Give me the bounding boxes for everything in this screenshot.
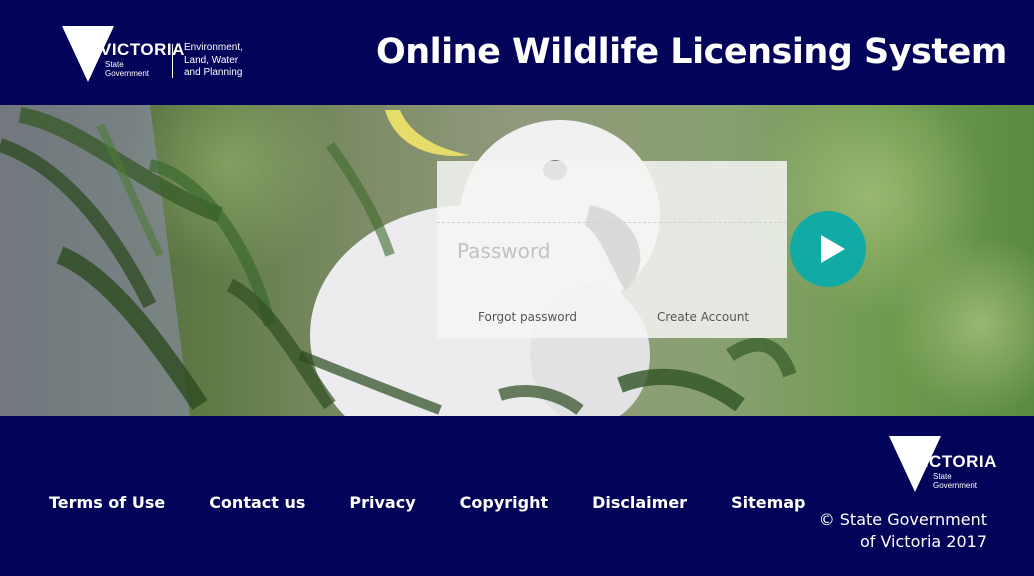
footer-link-terms[interactable]: Terms of Use [49,493,165,512]
footer-link-privacy[interactable]: Privacy [349,493,415,512]
forgot-password-link[interactable]: Forgot password [478,310,577,324]
site-header: VICTORIA State Government Environment, L… [0,0,1034,105]
footer-link-sitemap[interactable]: Sitemap [731,493,805,512]
logo-divider [172,44,173,78]
department-name: Environment, Land, Water and Planning [184,42,243,78]
footer-nav: Terms of Use Contact us Privacy Copyrigh… [49,493,850,512]
footer-link-disclaimer[interactable]: Disclaimer [592,493,687,512]
page-title: Online Wildlife Licensing System [376,32,1007,72]
play-arrow-icon [821,235,845,263]
login-form: Forgot password Create Account [437,161,799,338]
site-footer: Terms of Use Contact us Privacy Copyrigh… [0,416,1034,576]
logo-subtext: State Government [105,60,150,78]
footer-link-contact[interactable]: Contact us [209,493,305,512]
footer-logo-subtext: State Government [933,472,978,490]
login-submit-button[interactable] [790,211,866,287]
username-field-divider [437,222,787,223]
password-input[interactable] [445,231,799,271]
footer-logo-wordmark: VICTORIA [912,452,997,471]
footer-victoria-logo[interactable]: VICTORIA State Government [889,436,996,497]
footer-link-copyright[interactable]: Copyright [460,493,548,512]
create-account-link[interactable]: Create Account [657,310,749,324]
copyright-text: © State Government of Victoria 2017 [818,510,987,551]
